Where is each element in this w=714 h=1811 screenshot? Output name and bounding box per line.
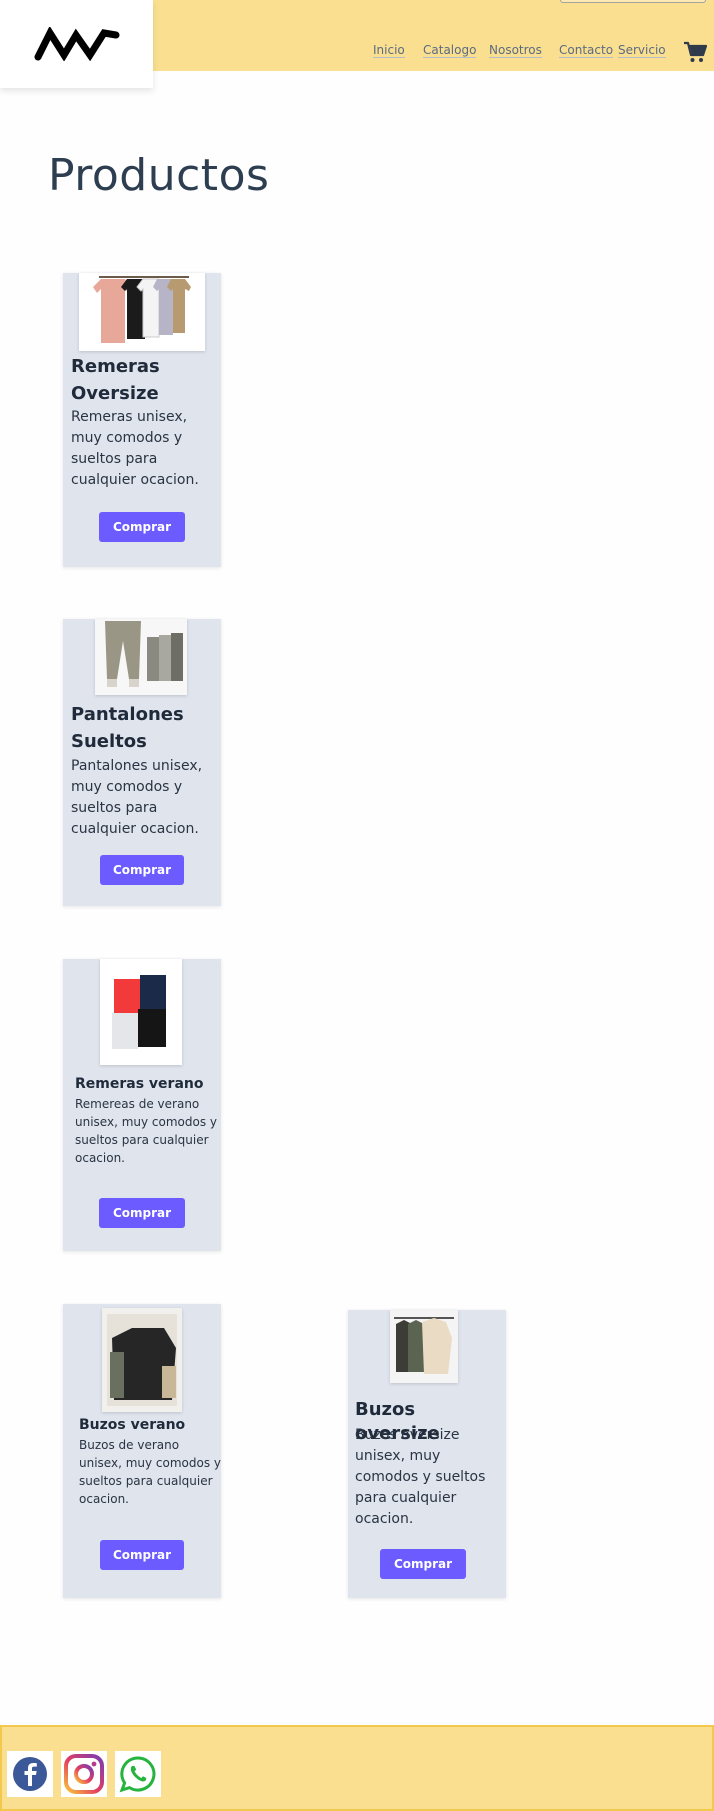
header-top-box <box>560 0 706 3</box>
comprar-button[interactable]: Comprar <box>99 512 185 542</box>
comprar-button[interactable]: Comprar <box>100 855 184 885</box>
product-title: Remeras verano <box>75 1076 204 1092</box>
product-card-remeras-oversize: Remeras Oversize Remeras unisex, muy com… <box>63 273 221 567</box>
page-title: Productos <box>48 150 270 201</box>
product-card-pantalones-sueltos: Pantalones Sueltos Pantalones unisex, mu… <box>63 619 221 906</box>
logo[interactable]: MW <box>0 0 153 88</box>
nav-inicio[interactable]: Inicio <box>373 43 405 58</box>
product-description: Buzos oversize unisex, muy comodos y sue… <box>355 1427 486 1527</box>
product-description: Remeras unisex, muy comodos y sueltos pa… <box>71 409 199 488</box>
comprar-button[interactable]: Comprar <box>99 1198 185 1228</box>
product-description: Buzos de verano unisex, muy comodos y su… <box>79 1438 222 1506</box>
nav-nosotros[interactable]: Nosotros <box>489 43 542 58</box>
sweatshirts-icon <box>102 1308 182 1412</box>
comprar-button[interactable]: Comprar <box>380 1549 466 1579</box>
logo-mw-icon: MW <box>34 27 119 61</box>
whatsapp-icon[interactable] <box>115 1751 161 1797</box>
hoodies-rack-icon <box>390 1310 458 1383</box>
product-title: Pantalones Sueltos <box>71 704 184 752</box>
nav-contacto[interactable]: Contacto <box>559 43 614 58</box>
product-card-buzos-verano: Buzos verano Buzos de verano unisex, muy… <box>63 1304 221 1598</box>
product-card-remeras-verano: Remeras verano Remereas de verano unisex… <box>63 959 221 1251</box>
product-title: Remeras Oversize <box>71 356 160 404</box>
comprar-button[interactable]: Comprar <box>100 1540 184 1570</box>
folded-tshirts-icon <box>100 959 182 1065</box>
cart-icon[interactable] <box>683 40 708 64</box>
product-description: Remereas de verano unisex, muy comodos y… <box>75 1097 218 1165</box>
product-title: Buzos verano <box>79 1417 186 1433</box>
instagram-icon[interactable] <box>61 1751 107 1797</box>
pants-icon <box>95 619 187 695</box>
facebook-icon[interactable] <box>7 1751 53 1797</box>
nav-servicio[interactable]: Servicio <box>618 43 666 58</box>
nav-catalogo[interactable]: Catalogo <box>423 43 477 58</box>
product-card-buzos-oversize: Buzos oversize Buzos oversize unisex, mu… <box>348 1310 506 1598</box>
product-description: Pantalones unisex, muy comodos y sueltos… <box>71 758 203 837</box>
tshirts-rack-icon <box>79 273 205 351</box>
footer <box>0 1725 714 1811</box>
